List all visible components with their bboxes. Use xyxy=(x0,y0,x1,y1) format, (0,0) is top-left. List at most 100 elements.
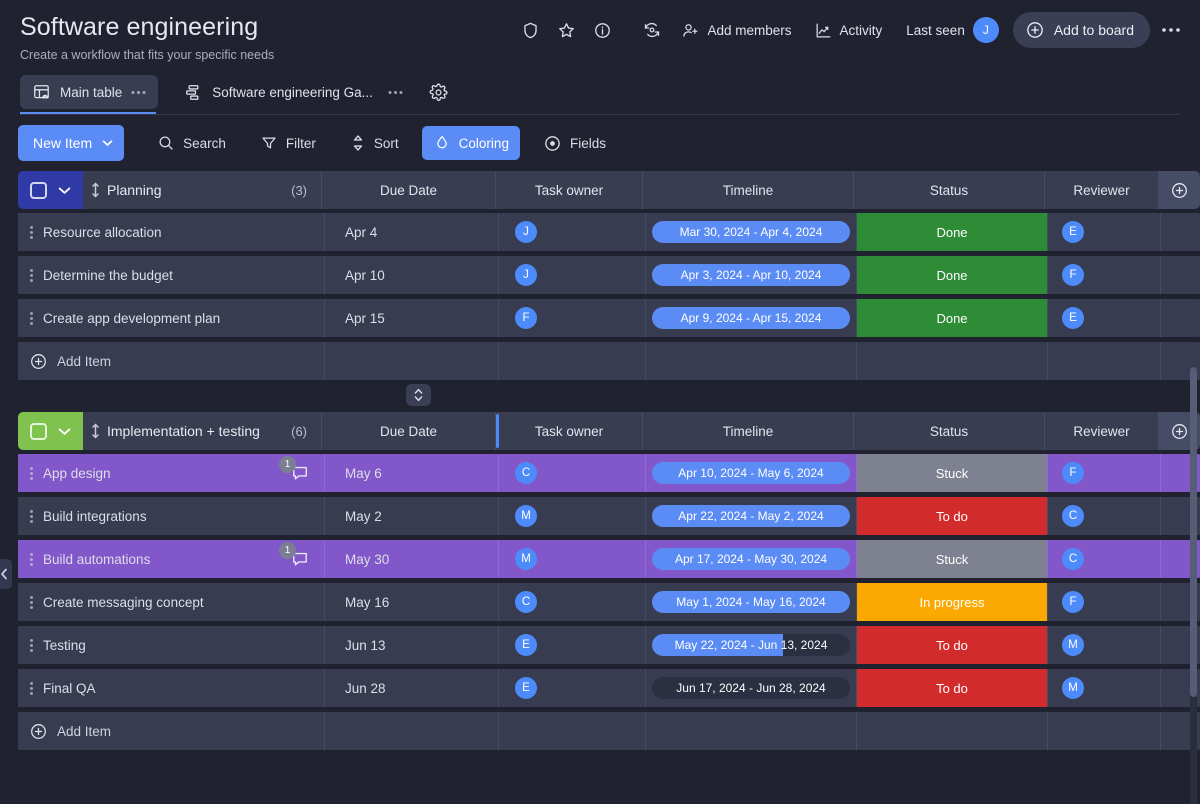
row-drag-icon[interactable] xyxy=(26,466,33,480)
avatar[interactable]: F xyxy=(1062,462,1084,484)
row-timeline[interactable]: Apr 22, 2024 - May 2, 2024 xyxy=(646,497,857,535)
row-status[interactable]: Done xyxy=(857,213,1048,251)
avatar[interactable]: F xyxy=(1062,591,1084,613)
column-header-status[interactable]: Status xyxy=(854,171,1045,209)
row-due-date[interactable]: Apr 4 xyxy=(325,213,499,251)
row-due-date[interactable]: Jun 13 xyxy=(325,626,499,664)
activity-button[interactable]: Activity xyxy=(804,13,893,47)
chevron-down-icon[interactable] xyxy=(102,139,113,147)
column-header-due-date[interactable]: Due Date xyxy=(322,171,496,209)
row-timeline[interactable]: Apr 10, 2024 - May 6, 2024 xyxy=(646,454,857,492)
row-task-owner[interactable]: J xyxy=(499,213,646,251)
row-drag-icon[interactable] xyxy=(26,268,33,282)
row-drag-icon[interactable] xyxy=(26,225,33,239)
avatar[interactable]: E xyxy=(1062,221,1084,243)
row-status[interactable]: Stuck xyxy=(857,454,1048,492)
sort-button[interactable]: Sort xyxy=(339,126,410,160)
row-name-cell[interactable]: Final QA xyxy=(18,669,325,707)
row-timeline[interactable]: Mar 30, 2024 - Apr 4, 2024 xyxy=(646,213,857,251)
row-timeline[interactable]: Apr 3, 2024 - Apr 10, 2024 xyxy=(646,256,857,294)
table-row[interactable]: Build automations 1 May 30 M Apr 17, 202… xyxy=(18,540,1200,578)
avatar[interactable]: C xyxy=(515,591,537,613)
row-name-cell[interactable]: Determine the budget xyxy=(18,256,325,294)
row-timeline[interactable]: May 1, 2024 - May 16, 2024 xyxy=(646,583,857,621)
group-checkbox[interactable] xyxy=(29,422,47,440)
row-status[interactable]: To do xyxy=(857,497,1048,535)
row-drag-icon[interactable] xyxy=(26,638,33,652)
row-status[interactable]: To do xyxy=(857,626,1048,664)
tab-main-table[interactable]: Main table xyxy=(20,75,159,109)
row-status[interactable]: To do xyxy=(857,669,1048,707)
group-select-toggle[interactable] xyxy=(18,412,83,450)
row-due-date[interactable]: May 2 xyxy=(325,497,499,535)
group-drag-icon[interactable] xyxy=(91,423,100,439)
group-select-toggle[interactable] xyxy=(18,171,83,209)
gear-icon[interactable] xyxy=(423,76,455,108)
info-icon[interactable] xyxy=(585,13,619,47)
row-drag-icon[interactable] xyxy=(26,595,33,609)
search-button[interactable]: Search xyxy=(146,126,237,160)
row-task-owner[interactable]: C xyxy=(499,454,646,492)
collapse-all-groups-button[interactable] xyxy=(406,384,431,406)
avatar[interactable]: F xyxy=(1062,264,1084,286)
avatar[interactable]: F xyxy=(515,307,537,329)
row-due-date[interactable]: May 6 xyxy=(325,454,499,492)
filter-button[interactable]: Filter xyxy=(249,126,327,160)
table-row[interactable]: App design 1 May 6 C Apr 10, 2024 - May … xyxy=(18,454,1200,492)
row-due-date[interactable]: Jun 28 xyxy=(325,669,499,707)
row-name-cell[interactable]: Resource allocation xyxy=(18,213,325,251)
column-header-timeline[interactable]: Timeline xyxy=(643,412,854,450)
row-status[interactable]: Done xyxy=(857,299,1048,337)
group-collapse-chevron-icon[interactable] xyxy=(58,186,71,195)
table-row[interactable]: Create app development plan Apr 15 F Apr… xyxy=(18,299,1200,337)
add-column-button[interactable] xyxy=(1158,171,1200,209)
new-item-button[interactable]: New Item xyxy=(18,125,125,161)
row-reviewer[interactable]: E xyxy=(1048,213,1161,251)
avatar[interactable]: E xyxy=(1062,307,1084,329)
avatar[interactable]: C xyxy=(515,462,537,484)
avatar[interactable]: J xyxy=(972,17,999,43)
column-header-status[interactable]: Status xyxy=(854,412,1045,450)
row-task-owner[interactable]: F xyxy=(499,299,646,337)
row-timeline[interactable]: Apr 17, 2024 - May 30, 2024 xyxy=(646,540,857,578)
group-collapse-chevron-icon[interactable] xyxy=(58,427,71,436)
row-task-owner[interactable]: C xyxy=(499,583,646,621)
add-item-row[interactable]: Add Item xyxy=(18,342,1200,380)
avatar[interactable]: M xyxy=(515,548,537,570)
conversation-icon[interactable]: 1 xyxy=(279,456,310,483)
row-drag-icon[interactable] xyxy=(26,681,33,695)
row-status[interactable]: Stuck xyxy=(857,540,1048,578)
tab-more-icon[interactable] xyxy=(131,90,146,95)
avatar[interactable]: M xyxy=(1062,634,1084,656)
add-to-board-button[interactable]: Add to board xyxy=(1012,12,1150,48)
row-timeline[interactable]: May 22, 2024 - Jun 13, 2024 xyxy=(646,626,857,664)
row-reviewer[interactable]: F xyxy=(1048,454,1161,492)
column-header-reviewer[interactable]: Reviewer xyxy=(1045,171,1158,209)
row-reviewer[interactable]: C xyxy=(1048,497,1161,535)
row-task-owner[interactable]: E xyxy=(499,626,646,664)
row-name-cell[interactable]: Build integrations xyxy=(18,497,325,535)
row-due-date[interactable]: Apr 10 xyxy=(325,256,499,294)
row-name-cell[interactable]: Create messaging concept xyxy=(18,583,325,621)
column-header-task-owner[interactable]: Task owner xyxy=(496,171,643,209)
fields-button[interactable]: Fields xyxy=(532,126,617,160)
avatar[interactable]: M xyxy=(1062,677,1084,699)
row-reviewer[interactable]: M xyxy=(1048,669,1161,707)
row-reviewer[interactable]: E xyxy=(1048,299,1161,337)
row-task-owner[interactable]: J xyxy=(499,256,646,294)
row-task-owner[interactable]: M xyxy=(499,540,646,578)
group-checkbox[interactable] xyxy=(29,181,47,199)
table-row[interactable]: Testing Jun 13 E May 22, 2024 - Jun 13, … xyxy=(18,626,1200,664)
last-seen-button[interactable]: Last seen J xyxy=(894,13,1007,47)
group-drag-icon[interactable] xyxy=(91,182,100,198)
add-item-button[interactable]: Add Item xyxy=(18,342,325,380)
row-reviewer[interactable]: C xyxy=(1048,540,1161,578)
row-drag-icon[interactable] xyxy=(26,509,33,523)
avatar[interactable]: J xyxy=(515,264,537,286)
row-name-cell[interactable]: Build automations 1 xyxy=(18,540,325,578)
row-drag-icon[interactable] xyxy=(26,311,33,325)
row-timeline[interactable]: Jun 17, 2024 - Jun 28, 2024 xyxy=(646,669,857,707)
avatar[interactable]: C xyxy=(1062,548,1084,570)
avatar[interactable]: M xyxy=(515,505,537,527)
column-header-reviewer[interactable]: Reviewer xyxy=(1045,412,1158,450)
